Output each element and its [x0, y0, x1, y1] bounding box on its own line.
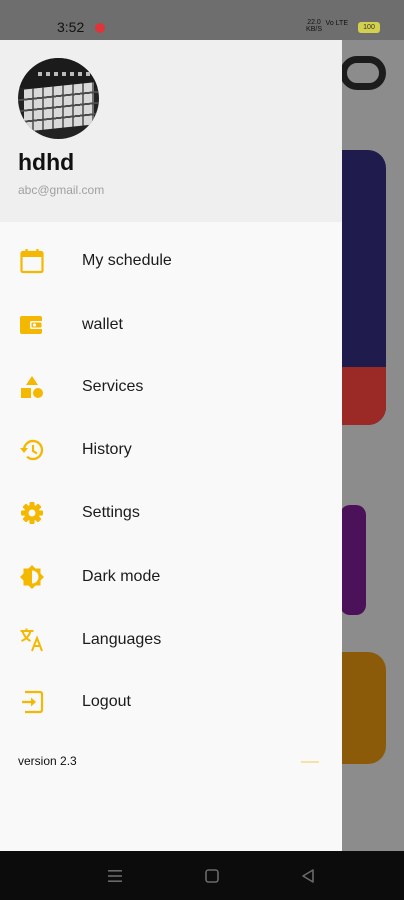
menu-item-label: Languages	[82, 631, 162, 648]
user-email: abc@gmail.com	[18, 183, 105, 197]
translate-icon	[19, 627, 45, 653]
app-logo	[340, 56, 386, 90]
menu-icon	[108, 870, 122, 882]
status-bar: 3:52 22.0 KB/S Vo LTE 100	[0, 0, 404, 40]
status-time: 3:52	[57, 19, 85, 35]
menu-item-label: wallet	[82, 316, 123, 333]
menu-item-label: History	[82, 441, 132, 458]
menu-item-label: Dark mode	[82, 568, 161, 585]
network-speed: 22.0 KB/S	[306, 19, 322, 33]
menu-item-label: Logout	[82, 693, 131, 710]
menu-item-label: Settings	[82, 504, 140, 521]
wallet-icon	[19, 312, 45, 338]
back-button[interactable]	[277, 851, 337, 900]
username: hdhd	[18, 149, 75, 175]
network-speed-unit: KB/S	[306, 26, 322, 33]
divider	[301, 761, 319, 763]
recording-indicator-icon	[95, 23, 105, 33]
gear-icon	[19, 500, 45, 526]
menu-item-my-schedule[interactable]: My schedule	[0, 235, 342, 289]
battery-icon: 100	[358, 22, 380, 33]
history-icon	[19, 437, 45, 463]
back-icon	[302, 869, 314, 883]
menu-item-dark-mode[interactable]: Dark mode	[0, 551, 342, 605]
menu-item-logout[interactable]: Logout	[0, 676, 342, 730]
avatar-photo-keyboard-rows	[18, 81, 99, 133]
drawer-header: hdhd abc@gmail.com	[0, 40, 342, 222]
services-shapes-icon	[19, 374, 45, 400]
menu-item-services[interactable]: Services	[0, 361, 342, 415]
logout-icon	[19, 689, 45, 715]
system-navigation-bar	[0, 851, 404, 900]
menu-item-languages[interactable]: Languages	[0, 614, 342, 668]
menu-item-label: My schedule	[82, 252, 172, 269]
menu-item-label: Services	[82, 378, 144, 395]
signal-icon: Vo LTE	[325, 20, 348, 27]
menu-item-wallet[interactable]: wallet	[0, 299, 342, 353]
home-button[interactable]	[181, 851, 241, 900]
avatar[interactable]	[18, 58, 99, 139]
calendar-icon	[19, 248, 45, 274]
menu-item-settings[interactable]: Settings	[0, 487, 342, 541]
navigation-drawer: hdhd abc@gmail.com My schedule wallet Se…	[0, 40, 342, 851]
network-speed-value: 22.0	[307, 19, 321, 26]
menu-item-history[interactable]: History	[0, 424, 342, 478]
app-version: version 2.3	[18, 754, 77, 768]
brightness-icon	[19, 564, 45, 590]
recents-button[interactable]	[84, 851, 144, 900]
home-icon	[205, 869, 219, 883]
background-card-purple	[340, 505, 366, 615]
